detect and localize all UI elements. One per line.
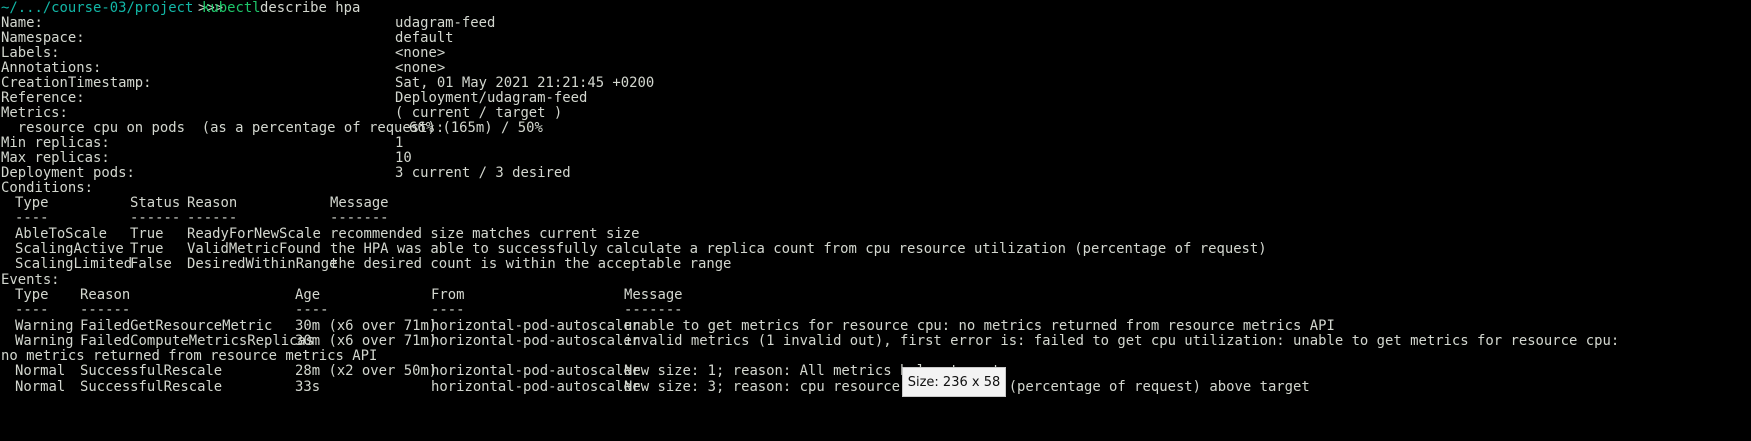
condition-type: ScalingLimited bbox=[15, 256, 133, 272]
conditions-row: ScalingLimited False DesiredWithinRange … bbox=[1, 256, 731, 273]
resize-size-tooltip: Size: 236 x 58 bbox=[902, 367, 1006, 397]
events-dash-message: ------- bbox=[624, 302, 683, 318]
event-reason: SuccessfulRescale bbox=[80, 379, 223, 395]
pods-value: 3 current / 3 desired bbox=[395, 165, 571, 181]
event-from: horizontal-pod-autoscaler bbox=[431, 363, 641, 379]
prompt-command: kubectl bbox=[202, 0, 261, 16]
condition-reason: DesiredWithinRange bbox=[187, 256, 338, 272]
event-from: horizontal-pod-autoscaler bbox=[431, 379, 641, 395]
condition-status: False bbox=[130, 256, 172, 272]
events-dash-reason: ------ bbox=[80, 302, 131, 318]
event-row: Normal SuccessfulRescale 28m (x2 over 50… bbox=[1, 363, 1000, 380]
conditions-dash-row: ---- ------ ------ ------- bbox=[1, 210, 389, 227]
terminal-window[interactable]: ~/.../course-03/project >>> kubectl desc… bbox=[0, 0, 1751, 441]
conditions-dash-reason: ------ bbox=[187, 210, 238, 226]
events-dash-age: ---- bbox=[295, 302, 329, 318]
cpu-value: 66% (165m) / 50% bbox=[409, 120, 543, 136]
event-age: 33s bbox=[295, 379, 321, 395]
event-type: Normal bbox=[15, 379, 66, 395]
conditions-dash-message: ------- bbox=[330, 210, 389, 226]
conditions-dash-type: ---- bbox=[15, 210, 49, 226]
prompt-args: describe hpa bbox=[260, 0, 361, 16]
event-row: Normal SuccessfulRescale 33s horizontal-… bbox=[1, 379, 1310, 396]
events-dash-type: ---- bbox=[15, 302, 49, 318]
event-age: 28m (x2 over 50m) bbox=[295, 363, 438, 379]
conditions-dash-status: ------ bbox=[130, 210, 181, 226]
condition-message: the desired count is within the acceptab… bbox=[330, 256, 732, 272]
event-reason: SuccessfulRescale bbox=[80, 363, 223, 379]
events-dash-row: ---- ------ ---- ---- ------- bbox=[1, 302, 683, 319]
event-type: Normal bbox=[15, 363, 66, 379]
event-from: horizontal-pod-autoscaler bbox=[431, 333, 641, 349]
events-dash-from: ---- bbox=[431, 302, 465, 318]
event-message: invalid metrics (1 invalid out), first e… bbox=[624, 333, 1620, 349]
